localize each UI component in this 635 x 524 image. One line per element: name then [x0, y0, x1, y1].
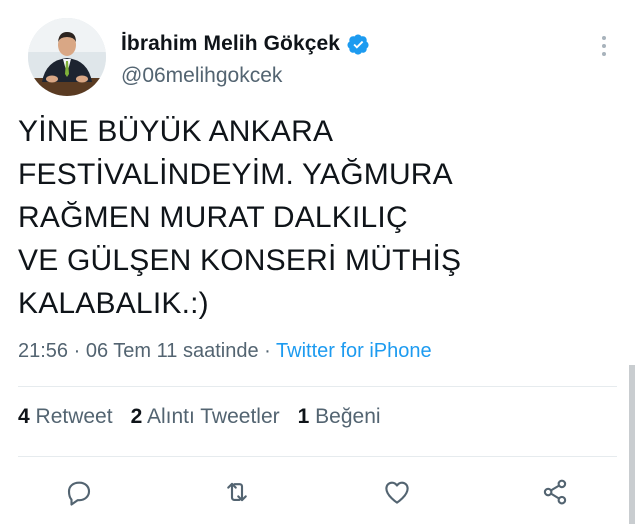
- quotes-label: Alıntı Tweetler: [146, 405, 280, 428]
- share-icon[interactable]: [540, 477, 570, 507]
- scrollbar[interactable]: [629, 365, 635, 524]
- likes-label: Beğeni: [315, 405, 381, 428]
- meta-separator: ·: [264, 340, 271, 362]
- display-name-row: İbrahim Melih Gökçek: [121, 28, 370, 60]
- tweet-text-line: YİNE BÜYÜK ANKARA: [18, 115, 334, 148]
- avatar[interactable]: [28, 18, 106, 96]
- like-icon[interactable]: [382, 477, 412, 507]
- retweets-stat[interactable]: 4 Retweet: [18, 405, 113, 429]
- tweet-stats: 4 Retweet 2 Alıntı Tweetler 1 Beğeni: [18, 405, 381, 429]
- tweet-source-link[interactable]: Twitter for iPhone: [276, 340, 432, 362]
- tweet-text-line: RAĞMEN MURAT DALKILIÇ: [18, 201, 408, 234]
- tweet-time[interactable]: 21:56: [18, 340, 68, 362]
- likes-count: 1: [297, 405, 310, 428]
- retweets-count: 4: [18, 405, 30, 428]
- tweet-text-line: KALABALIK.:): [18, 287, 209, 320]
- more-options-icon[interactable]: [600, 34, 608, 58]
- reply-icon[interactable]: [64, 477, 94, 507]
- author-handle[interactable]: @06melihgokcek: [121, 64, 370, 88]
- divider: [18, 456, 617, 457]
- meta-separator: ·: [73, 340, 81, 362]
- author-names: İbrahim Melih Gökçek @06melihgokcek: [121, 28, 370, 88]
- tweet-actions: [0, 477, 635, 511]
- quotes-count: 2: [130, 405, 143, 428]
- quotes-stat[interactable]: 2 Alıntı Tweetler: [131, 405, 280, 429]
- tweet-date[interactable]: 06 Tem 11 saatinde: [86, 340, 259, 362]
- tweet-header: İbrahim Melih Gökçek @06melihgokcek: [28, 18, 618, 108]
- tweet-card: İbrahim Melih Gökçek @06melihgokcek YİNE…: [0, 0, 635, 524]
- tweet-metadata: 21:56 · 06 Tem 11 saatinde · Twitter for…: [18, 340, 432, 363]
- divider: [18, 386, 617, 387]
- retweets-label: Retweet: [35, 405, 113, 428]
- tweet-text-line: FESTİVALİNDEYİM. YAĞMURA: [18, 158, 453, 191]
- retweet-icon[interactable]: [222, 477, 252, 507]
- tweet-text-line: VE GÜLŞEN KONSERİ MÜTHİŞ: [18, 244, 462, 277]
- display-name[interactable]: İbrahim Melih Gökçek: [121, 32, 340, 56]
- tweet-text: YİNE BÜYÜK ANKARA FESTİVALİNDEYİM. YAĞMU…: [18, 110, 608, 325]
- likes-stat[interactable]: 1 Beğeni: [298, 405, 381, 429]
- verified-badge-icon: [347, 33, 370, 56]
